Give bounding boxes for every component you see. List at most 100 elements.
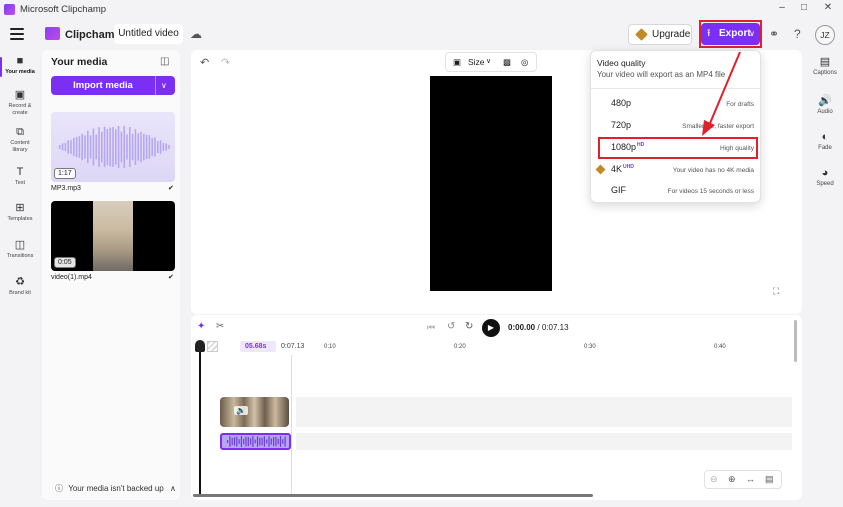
- user-avatar[interactable]: JZ: [815, 25, 835, 45]
- collapse-panel-icon[interactable]: ◫: [160, 56, 169, 67]
- backup-status[interactable]: ⓘ Your media isn't backed up ∧: [55, 483, 176, 494]
- option-highlight-box: [598, 137, 758, 159]
- skip-back-icon[interactable]: ⏮: [427, 322, 435, 333]
- waveform-bar: [78, 136, 81, 158]
- waveform-bar: [64, 142, 67, 152]
- undo-icon[interactable]: ↶: [200, 56, 209, 69]
- playhead-handle[interactable]: [195, 340, 205, 352]
- camera-switch-icon[interactable]: ▩: [503, 53, 511, 71]
- audio-waveform-bar: [263, 436, 265, 447]
- audio-clip[interactable]: [220, 433, 291, 450]
- audio-waveform-bar: [277, 438, 279, 445]
- waveform-bar: [126, 134, 128, 160]
- audio-waveform-bar: [282, 439, 284, 444]
- rail-item-text[interactable]: T Text: [0, 166, 40, 187]
- fade-icon: ◐: [821, 131, 829, 143]
- export-highlight-box: [699, 20, 762, 48]
- timeline-horizontal-scrollbar[interactable]: [193, 494, 593, 497]
- right-panel-fade[interactable]: ◐ Fade: [807, 131, 843, 151]
- chevron-down-icon: ∨: [486, 58, 492, 65]
- caption-track-icon[interactable]: ▤: [765, 474, 774, 485]
- timeline-vertical-scrollbar[interactable]: [794, 320, 797, 362]
- waveform-bar: [95, 134, 97, 160]
- import-media-button[interactable]: Import media ∨: [51, 76, 175, 95]
- waveform-bar: [165, 143, 167, 151]
- rail-item-content-library[interactable]: ⧉ Content library: [0, 126, 40, 153]
- redo-icon[interactable]: ↷: [221, 56, 230, 69]
- waveform-bar: [129, 126, 131, 168]
- waveform-bar: [151, 138, 153, 156]
- audio-waveform-bar: [238, 439, 240, 444]
- audio-waveform-bar: [275, 436, 277, 447]
- audio-waveform-bar: [229, 436, 231, 447]
- media-item-audio-thumbnail[interactable]: 1:17: [51, 112, 175, 182]
- waveform-bar: [140, 131, 142, 163]
- upgrade-button[interactable]: Upgrade: [628, 24, 692, 45]
- project-name-field[interactable]: Untitled video: [114, 24, 183, 44]
- hamburger-menu-icon[interactable]: [10, 28, 24, 40]
- duration-badge: 0:05: [54, 257, 76, 268]
- size-dropdown[interactable]: Size: [468, 53, 485, 71]
- waveform-bar: [87, 130, 89, 164]
- close-icon[interactable]: ✕: [820, 1, 836, 15]
- quality-option-4k[interactable]: 4KUHD Your video has no 4K media: [591, 161, 760, 179]
- video-track: [296, 397, 792, 427]
- rail-item-record-create[interactable]: ▣ Record & create: [0, 89, 40, 116]
- maximize-icon[interactable]: □: [796, 1, 812, 15]
- play-button[interactable]: ▶: [482, 319, 500, 337]
- help-icon[interactable]: ?: [794, 27, 801, 41]
- waveform-bar: [98, 127, 100, 167]
- audio-waveform-bar: [231, 437, 233, 446]
- magic-icon[interactable]: ✦: [197, 321, 205, 332]
- share-link-icon[interactable]: ⚭: [769, 27, 779, 41]
- chevron-down-icon[interactable]: ∨: [161, 76, 167, 95]
- audio-waveform-bar: [284, 436, 286, 447]
- speaker-icon: 🔊: [818, 95, 832, 107]
- forward-icon[interactable]: ↻: [465, 321, 473, 332]
- import-media-label: Import media: [73, 80, 133, 91]
- scissors-icon[interactable]: ✂: [216, 321, 224, 332]
- rail-item-transitions[interactable]: ◫ Transitions: [0, 239, 40, 260]
- right-panel-audio[interactable]: 🔊 Audio: [807, 94, 843, 115]
- audio-waveform-bar: [256, 436, 259, 447]
- brand-name: Clipchamp: [65, 29, 122, 41]
- check-circle-icon: ✔: [168, 274, 174, 281]
- rail-item-templates[interactable]: ⊞ Templates: [0, 202, 40, 223]
- audio-waveform-bar: [247, 436, 249, 447]
- library-icon: ⧉: [16, 126, 24, 138]
- timeline-tick: 0:30: [584, 344, 596, 350]
- waveform-bar: [112, 127, 114, 167]
- right-panel-speed[interactable]: ◕ Speed: [807, 167, 843, 187]
- rail-item-your-media[interactable]: ■ Your media: [0, 55, 40, 76]
- cloud-sync-off-icon[interactable]: ☁: [190, 27, 202, 41]
- audio-waveform-bar: [250, 438, 252, 445]
- waveform-bar: [157, 140, 159, 154]
- minimize-icon[interactable]: –: [774, 1, 790, 15]
- right-panel-captions[interactable]: ▤ Captions: [807, 55, 843, 76]
- audio-waveform-bar: [254, 439, 256, 444]
- zoom-out-icon[interactable]: ⊖: [710, 474, 718, 485]
- waveform-bar: [168, 145, 170, 149]
- video-clip[interactable]: 🔈: [220, 397, 289, 427]
- quality-option-gif[interactable]: GIF For videos 15 seconds or less: [591, 182, 760, 200]
- media-item-video-thumbnail[interactable]: 0:05: [51, 201, 175, 271]
- fullscreen-icon[interactable]: ⛶: [773, 286, 779, 297]
- fit-timeline-icon[interactable]: ↔: [746, 474, 755, 484]
- duration-badge: 1:17: [54, 168, 76, 179]
- rewind-icon[interactable]: ↺: [447, 321, 455, 332]
- timeline-tick: 0:10: [324, 344, 336, 350]
- zoom-in-icon[interactable]: ⊕: [728, 474, 736, 485]
- audio-waveform-icon: [227, 436, 286, 447]
- waveform-bar: [59, 145, 61, 149]
- red-arrow-annotation: [702, 51, 741, 136]
- video-canvas[interactable]: [430, 76, 552, 291]
- waveform-bar: [115, 129, 117, 165]
- upgrade-label: Upgrade: [652, 29, 691, 40]
- playhead-line[interactable]: [199, 344, 201, 494]
- waveform-bar: [145, 134, 148, 160]
- audio-waveform-bar: [227, 440, 229, 443]
- rail-item-brand-kit[interactable]: ♻ Brand kit: [0, 276, 40, 297]
- screenshot-icon[interactable]: ◎: [521, 53, 528, 71]
- volume-icon: 🔈: [234, 406, 248, 415]
- playhead-time-label: 05.68s: [245, 343, 267, 350]
